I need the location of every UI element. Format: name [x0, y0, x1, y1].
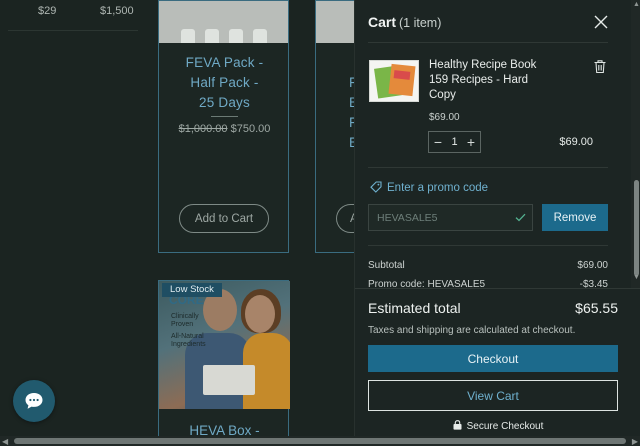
promo-code-link[interactable]: Enter a promo code	[370, 181, 488, 194]
subtotal-row: Subtotal $69.00	[368, 260, 608, 271]
scrollbar-thumb[interactable]	[634, 180, 639, 276]
horizontal-scrollbar[interactable]: ◀ ▶	[0, 436, 640, 446]
promo-link-label[interactable]: Enter a promo code	[387, 182, 488, 194]
close-cart-button[interactable]	[593, 14, 609, 30]
promo-discount-row: Promo code: HEVASALE5 -$3.45	[368, 279, 608, 288]
add-to-cart-button[interactable]: Add to Cart	[179, 204, 269, 233]
left-price-1: $29	[38, 5, 57, 17]
estimated-total-value: $65.55	[575, 300, 618, 316]
tag-icon	[370, 181, 382, 193]
promo-discount-value: -$3.45	[579, 279, 608, 288]
cart-header: Cart (1 item)	[368, 14, 441, 34]
image-bullet-1: Clinically Proven	[171, 313, 199, 328]
subtotal-label: Subtotal	[368, 260, 405, 271]
increase-quantity-button[interactable]: +	[462, 132, 480, 152]
remove-promo-button[interactable]: Remove	[542, 204, 608, 231]
trash-icon	[594, 60, 606, 74]
close-icon	[594, 15, 608, 29]
chat-button[interactable]	[13, 380, 55, 422]
left-price-2: $1,500	[100, 5, 134, 17]
scroll-down-icon[interactable]: ▼	[633, 274, 640, 281]
divider	[368, 42, 608, 43]
view-cart-button[interactable]: View Cart	[368, 380, 618, 411]
product-card-heva-box[interactable]: CORE Clinically Proven All-Natural Ingre…	[158, 280, 290, 446]
checkout-button[interactable]: Checkout	[368, 345, 618, 372]
promo-code-input[interactable]	[369, 205, 507, 230]
cart-vertical-scrollbar[interactable]: ▲ ▼	[631, 0, 640, 288]
cart-footer: Estimated total $65.55 Taxes and shippin…	[355, 288, 640, 436]
image-bullet-2: All-Natural Ingredients	[171, 333, 206, 348]
lock-icon	[453, 420, 462, 430]
item-unit-price: $69.00	[429, 112, 460, 123]
cart-items-area[interactable]: Healthy Recipe Book 159 Recipes - Hard C…	[355, 42, 629, 288]
product-photo: CORE Clinically Proven All-Natural Ingre…	[159, 281, 290, 409]
low-stock-badge: Low Stock	[162, 283, 222, 297]
product-image	[159, 1, 288, 43]
estimated-total-label: Estimated total	[368, 300, 461, 316]
cart-title: Cart	[368, 14, 397, 30]
cart-panel: Cart (1 item) Healthy Recipe Book 159 Rec…	[354, 0, 640, 436]
scroll-up-icon[interactable]: ▲	[633, 1, 640, 8]
product-title[interactable]: FEVA Pack - Half Pack - 25 Days	[159, 53, 290, 113]
quantity-stepper: − 1 +	[428, 131, 481, 153]
item-thumbnail[interactable]	[369, 60, 419, 102]
secure-checkout-label: Secure Checkout	[466, 421, 544, 432]
sale-price: $750.00	[230, 123, 271, 135]
scroll-right-icon[interactable]: ▶	[632, 437, 638, 446]
subtotal-value: $69.00	[577, 260, 608, 271]
scroll-left-icon[interactable]: ◀	[2, 437, 8, 446]
quantity-value[interactable]: 1	[447, 132, 462, 152]
product-card-feva-pack[interactable]: FEVA Pack - Half Pack - 25 Days $1,000.0…	[158, 0, 289, 253]
product-price: $1,000.00 $750.00	[159, 123, 290, 135]
title-divider	[211, 116, 238, 117]
promo-code-field	[368, 204, 533, 231]
left-column: $29 $1,500	[0, 0, 150, 446]
chat-bubble-icon	[25, 393, 43, 409]
old-price: $1,000.00	[178, 123, 228, 135]
check-icon	[515, 213, 526, 222]
scrollbar-thumb[interactable]	[14, 438, 626, 444]
decrease-quantity-button[interactable]: −	[429, 132, 447, 152]
item-name[interactable]: Healthy Recipe Book 159 Recipes - Hard C…	[429, 58, 544, 103]
tax-note: Taxes and shipping are calculated at che…	[368, 325, 576, 336]
remove-item-button[interactable]	[593, 59, 607, 74]
promo-discount-label: Promo code: HEVASALE5	[368, 279, 486, 288]
divider	[368, 167, 608, 168]
item-total-price: $69.00	[559, 136, 593, 148]
cart-item-count: (1 item)	[399, 16, 442, 30]
secure-checkout-note: Secure Checkout	[355, 420, 640, 432]
divider	[8, 30, 138, 31]
divider	[368, 245, 608, 246]
